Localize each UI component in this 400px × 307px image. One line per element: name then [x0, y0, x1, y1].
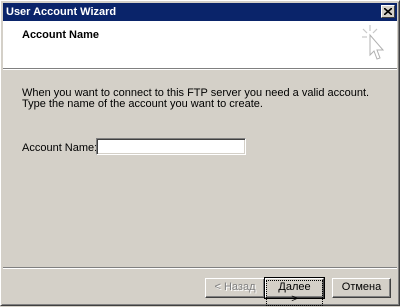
footer-separator [3, 267, 397, 269]
description-line: Type the name of the account you want to… [22, 98, 263, 110]
account-name-input[interactable] [96, 138, 246, 155]
page-title: Account Name [22, 29, 100, 41]
header-separator [3, 68, 397, 70]
back-button[interactable]: < Назад [205, 278, 265, 298]
wizard-header: Account Name [3, 21, 397, 68]
wizard-sparkle-icon [362, 25, 388, 64]
next-button[interactable]: Далее > [264, 277, 325, 306]
wizard-window: User Account Wizard Account Name When yo… [0, 0, 400, 306]
close-button[interactable] [381, 5, 395, 18]
close-icon [384, 8, 392, 15]
title-bar[interactable]: User Account Wizard [3, 3, 397, 21]
window-title: User Account Wizard [6, 6, 117, 18]
description-text: When you want to connect to this FTP ser… [22, 88, 382, 110]
next-button-label: Далее > [266, 280, 323, 306]
account-name-label: Account Name: [22, 142, 98, 154]
cancel-button[interactable]: Отмена [332, 278, 391, 298]
